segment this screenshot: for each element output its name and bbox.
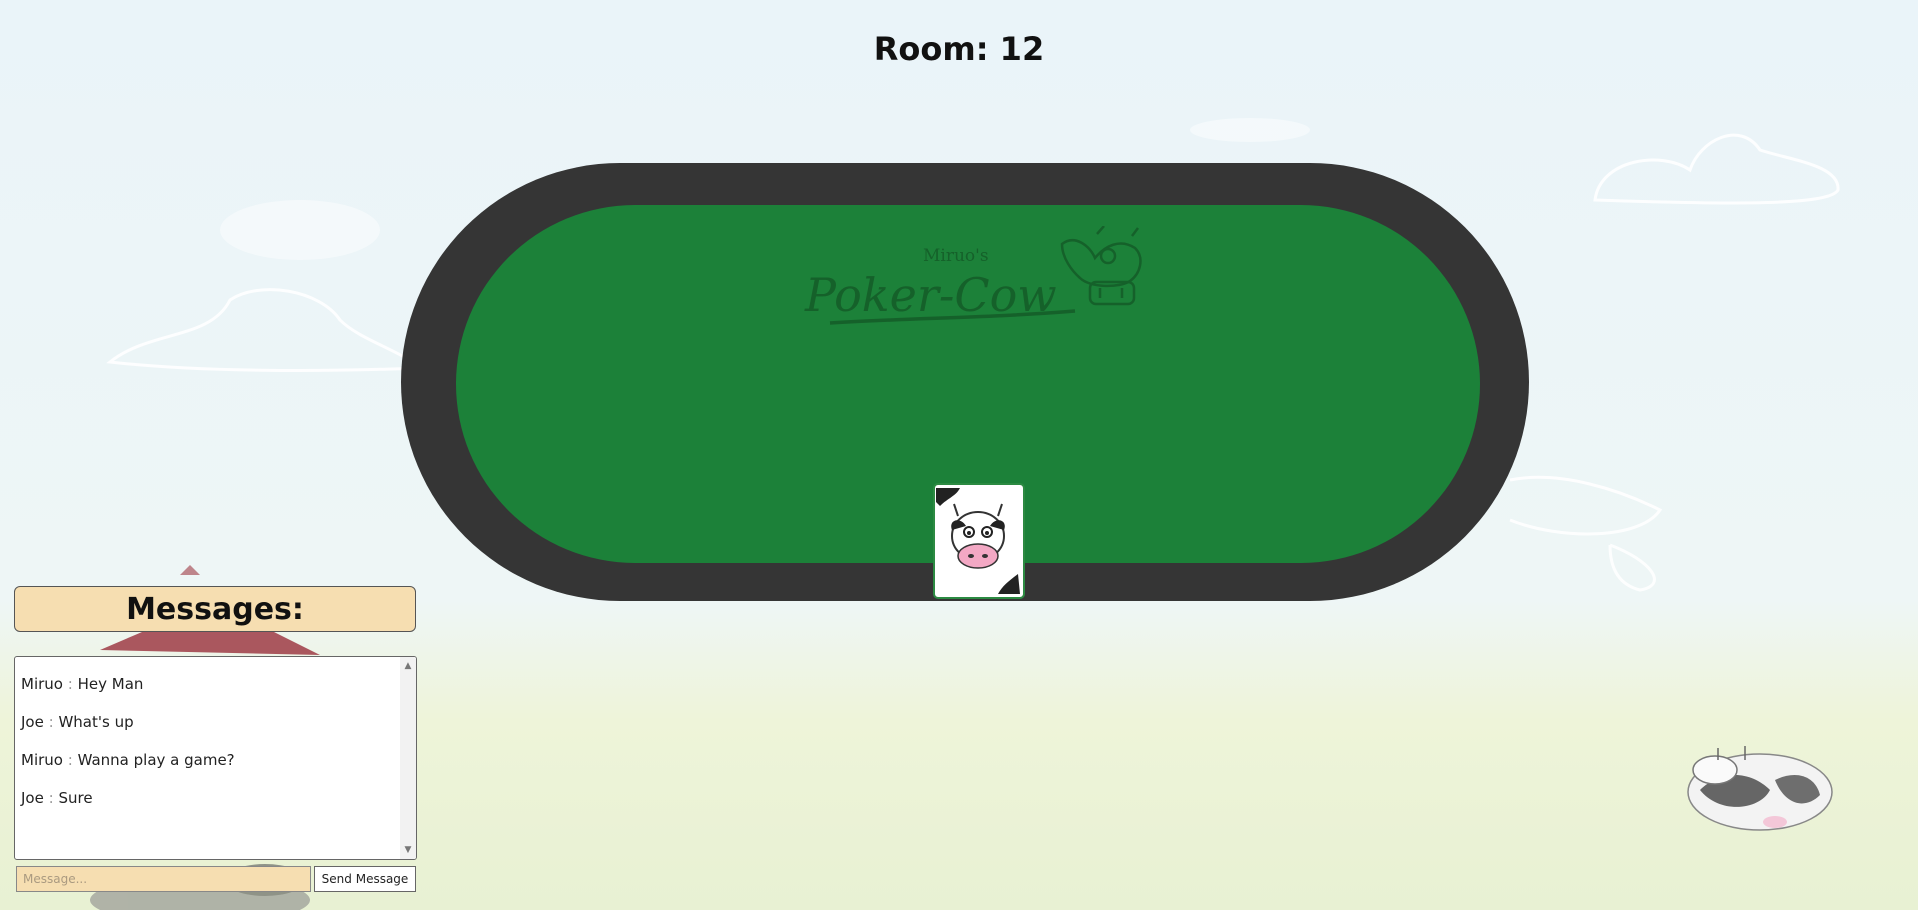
message-separator: : <box>48 789 54 807</box>
chat-message: Miruo : Wanna play a game? <box>21 751 396 789</box>
message-separator: : <box>48 713 54 731</box>
message-user: Joe <box>21 713 44 731</box>
chat-message: Joe : What's up <box>21 713 396 751</box>
chat-message: Miruo : Hey Man <box>21 675 396 713</box>
message-user: Miruo <box>21 751 63 769</box>
message-text: Wanna play a game? <box>77 751 235 769</box>
messages-header: Messages: <box>14 586 416 632</box>
cow-decoration-right <box>1687 746 1833 831</box>
message-user: Miruo <box>21 675 63 693</box>
messages-scrollbar[interactable]: ▲ ▼ <box>400 657 416 859</box>
scroll-up-arrow-icon[interactable]: ▲ <box>400 659 416 673</box>
message-input[interactable] <box>16 866 311 892</box>
messages-box[interactable]: Miruo : Hey Man Joe : What's up Miruo : … <box>14 656 417 860</box>
message-text: Sure <box>58 789 93 807</box>
send-message-button[interactable]: Send Message <box>314 866 416 892</box>
message-separator: : <box>67 675 73 693</box>
message-text: Hey Man <box>77 675 144 693</box>
message-user: Joe <box>21 789 44 807</box>
table-logo: Miruo's Poker-Cow <box>804 226 1142 325</box>
room-title: Room: 12 <box>873 30 1045 68</box>
logo-subtitle: Miruo's <box>923 246 989 266</box>
chat-message: Joe : Sure <box>21 789 396 827</box>
scroll-down-arrow-icon[interactable]: ▼ <box>400 843 416 857</box>
message-text: What's up <box>58 713 134 731</box>
message-separator: : <box>67 751 73 769</box>
messages-list: Miruo : Hey Man Joe : What's up Miruo : … <box>21 675 396 827</box>
card-deck[interactable] <box>928 480 1048 605</box>
cow-head-logo-icon <box>1060 226 1142 306</box>
